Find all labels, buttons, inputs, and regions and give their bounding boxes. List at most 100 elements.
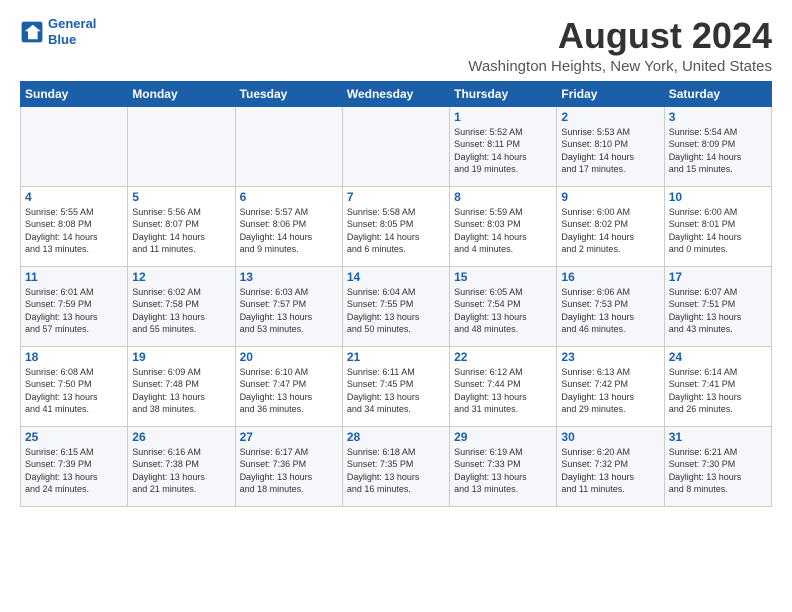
day-number: 16 <box>561 270 659 284</box>
day-number: 19 <box>132 350 230 364</box>
day-info: Sunrise: 6:04 AM Sunset: 7:55 PM Dayligh… <box>347 286 445 336</box>
calendar-cell: 8 Sunrise: 5:59 AM Sunset: 8:03 PM Daylig… <box>450 186 557 266</box>
page-header: General Blue August 2024 Washington Heig… <box>20 16 772 75</box>
day-number: 20 <box>240 350 338 364</box>
calendar-subtitle: Washington Heights, New York, United Sta… <box>468 58 772 75</box>
calendar-cell: 17Sunrise: 6:07 AM Sunset: 7:51 PM Dayli… <box>664 266 771 346</box>
header-row: SundayMondayTuesdayWednesdayThursdayFrid… <box>21 81 772 106</box>
day-info: Sunrise: 5:52 AM Sunset: 8:11 PM Dayligh… <box>454 126 552 176</box>
day-info: Sunrise: 6:05 AM Sunset: 7:54 PM Dayligh… <box>454 286 552 336</box>
calendar-cell: 4 Sunrise: 5:55 AM Sunset: 8:08 PM Daylig… <box>21 186 128 266</box>
day-number: 31 <box>669 430 767 444</box>
calendar-cell: 9 Sunrise: 6:00 AM Sunset: 8:02 PM Daylig… <box>557 186 664 266</box>
day-number: 12 <box>132 270 230 284</box>
day-info: Sunrise: 6:16 AM Sunset: 7:38 PM Dayligh… <box>132 446 230 496</box>
logo-text: General Blue <box>48 16 96 47</box>
calendar-cell: 26 Sunrise: 6:16 AM Sunset: 7:38 PM Dayli… <box>128 426 235 506</box>
calendar-cell: 11 Sunrise: 6:01 AM Sunset: 7:59 PM Dayli… <box>21 266 128 346</box>
day-info: Sunrise: 6:12 AM Sunset: 7:44 PM Dayligh… <box>454 366 552 416</box>
calendar-cell: 30Sunrise: 6:20 AM Sunset: 7:32 PM Dayli… <box>557 426 664 506</box>
day-info: Sunrise: 5:55 AM Sunset: 8:08 PM Dayligh… <box>25 206 123 256</box>
day-number: 2 <box>561 110 659 124</box>
day-number: 6 <box>240 190 338 204</box>
calendar-header: SundayMondayTuesdayWednesdayThursdayFrid… <box>21 81 772 106</box>
day-info: Sunrise: 5:53 AM Sunset: 8:10 PM Dayligh… <box>561 126 659 176</box>
day-number: 4 <box>25 190 123 204</box>
calendar-cell <box>342 106 449 186</box>
header-monday: Monday <box>128 81 235 106</box>
day-info: Sunrise: 6:00 AM Sunset: 8:01 PM Dayligh… <box>669 206 767 256</box>
day-number: 25 <box>25 430 123 444</box>
day-number: 27 <box>240 430 338 444</box>
calendar-cell: 28Sunrise: 6:18 AM Sunset: 7:35 PM Dayli… <box>342 426 449 506</box>
calendar-cell: 22Sunrise: 6:12 AM Sunset: 7:44 PM Dayli… <box>450 346 557 426</box>
calendar-cell: 31 Sunrise: 6:21 AM Sunset: 7:30 PM Dayli… <box>664 426 771 506</box>
day-number: 9 <box>561 190 659 204</box>
day-info: Sunrise: 6:14 AM Sunset: 7:41 PM Dayligh… <box>669 366 767 416</box>
day-info: Sunrise: 6:08 AM Sunset: 7:50 PM Dayligh… <box>25 366 123 416</box>
title-block: August 2024 Washington Heights, New York… <box>468 16 772 75</box>
day-info: Sunrise: 6:01 AM Sunset: 7:59 PM Dayligh… <box>25 286 123 336</box>
calendar-cell: 14Sunrise: 6:04 AM Sunset: 7:55 PM Dayli… <box>342 266 449 346</box>
week-row-0: 1Sunrise: 5:52 AM Sunset: 8:11 PM Daylig… <box>21 106 772 186</box>
calendar-cell: 18Sunrise: 6:08 AM Sunset: 7:50 PM Dayli… <box>21 346 128 426</box>
day-number: 10 <box>669 190 767 204</box>
day-info: Sunrise: 6:06 AM Sunset: 7:53 PM Dayligh… <box>561 286 659 336</box>
calendar-cell: 25 Sunrise: 6:15 AM Sunset: 7:39 PM Dayli… <box>21 426 128 506</box>
calendar-cell: 23 Sunrise: 6:13 AM Sunset: 7:42 PM Dayli… <box>557 346 664 426</box>
header-tuesday: Tuesday <box>235 81 342 106</box>
day-info: Sunrise: 5:59 AM Sunset: 8:03 PM Dayligh… <box>454 206 552 256</box>
calendar-cell: 15 Sunrise: 6:05 AM Sunset: 7:54 PM Dayli… <box>450 266 557 346</box>
day-info: Sunrise: 6:03 AM Sunset: 7:57 PM Dayligh… <box>240 286 338 336</box>
day-number: 7 <box>347 190 445 204</box>
header-friday: Friday <box>557 81 664 106</box>
week-row-3: 18Sunrise: 6:08 AM Sunset: 7:50 PM Dayli… <box>21 346 772 426</box>
calendar-cell: 5Sunrise: 5:56 AM Sunset: 8:07 PM Daylig… <box>128 186 235 266</box>
day-info: Sunrise: 6:21 AM Sunset: 7:30 PM Dayligh… <box>669 446 767 496</box>
day-number: 8 <box>454 190 552 204</box>
calendar-title: August 2024 <box>468 16 772 56</box>
calendar-cell: 12Sunrise: 6:02 AM Sunset: 7:58 PM Dayli… <box>128 266 235 346</box>
calendar-cell: 19 Sunrise: 6:09 AM Sunset: 7:48 PM Dayli… <box>128 346 235 426</box>
day-number: 3 <box>669 110 767 124</box>
week-row-4: 25 Sunrise: 6:15 AM Sunset: 7:39 PM Dayli… <box>21 426 772 506</box>
day-info: Sunrise: 6:17 AM Sunset: 7:36 PM Dayligh… <box>240 446 338 496</box>
day-info: Sunrise: 6:18 AM Sunset: 7:35 PM Dayligh… <box>347 446 445 496</box>
day-number: 24 <box>669 350 767 364</box>
day-info: Sunrise: 5:58 AM Sunset: 8:05 PM Dayligh… <box>347 206 445 256</box>
day-number: 17 <box>669 270 767 284</box>
week-row-2: 11 Sunrise: 6:01 AM Sunset: 7:59 PM Dayli… <box>21 266 772 346</box>
calendar-cell: 7 Sunrise: 5:58 AM Sunset: 8:05 PM Daylig… <box>342 186 449 266</box>
calendar-cell: 3 Sunrise: 5:54 AM Sunset: 8:09 PM Daylig… <box>664 106 771 186</box>
header-saturday: Saturday <box>664 81 771 106</box>
calendar-cell: 29Sunrise: 6:19 AM Sunset: 7:33 PM Dayli… <box>450 426 557 506</box>
logo-line1: General <box>48 16 96 31</box>
day-info: Sunrise: 5:57 AM Sunset: 8:06 PM Dayligh… <box>240 206 338 256</box>
day-info: Sunrise: 6:09 AM Sunset: 7:48 PM Dayligh… <box>132 366 230 416</box>
calendar-cell <box>235 106 342 186</box>
day-info: Sunrise: 6:15 AM Sunset: 7:39 PM Dayligh… <box>25 446 123 496</box>
calendar-cell: 27 Sunrise: 6:17 AM Sunset: 7:36 PM Dayli… <box>235 426 342 506</box>
week-row-1: 4 Sunrise: 5:55 AM Sunset: 8:08 PM Daylig… <box>21 186 772 266</box>
day-number: 21 <box>347 350 445 364</box>
day-number: 30 <box>561 430 659 444</box>
day-number: 13 <box>240 270 338 284</box>
calendar-cell: 24 Sunrise: 6:14 AM Sunset: 7:41 PM Dayli… <box>664 346 771 426</box>
day-info: Sunrise: 5:54 AM Sunset: 8:09 PM Dayligh… <box>669 126 767 176</box>
day-info: Sunrise: 6:13 AM Sunset: 7:42 PM Dayligh… <box>561 366 659 416</box>
calendar-cell: 20Sunrise: 6:10 AM Sunset: 7:47 PM Dayli… <box>235 346 342 426</box>
calendar-cell: 16 Sunrise: 6:06 AM Sunset: 7:53 PM Dayli… <box>557 266 664 346</box>
calendar-cell <box>128 106 235 186</box>
header-sunday: Sunday <box>21 81 128 106</box>
calendar-table: SundayMondayTuesdayWednesdayThursdayFrid… <box>20 81 772 507</box>
calendar-body: 1Sunrise: 5:52 AM Sunset: 8:11 PM Daylig… <box>21 106 772 506</box>
calendar-cell: 1Sunrise: 5:52 AM Sunset: 8:11 PM Daylig… <box>450 106 557 186</box>
day-number: 26 <box>132 430 230 444</box>
calendar-cell: 13 Sunrise: 6:03 AM Sunset: 7:57 PM Dayli… <box>235 266 342 346</box>
day-number: 11 <box>25 270 123 284</box>
logo-line2: Blue <box>48 32 76 47</box>
day-number: 23 <box>561 350 659 364</box>
day-number: 29 <box>454 430 552 444</box>
day-number: 15 <box>454 270 552 284</box>
day-info: Sunrise: 6:00 AM Sunset: 8:02 PM Dayligh… <box>561 206 659 256</box>
